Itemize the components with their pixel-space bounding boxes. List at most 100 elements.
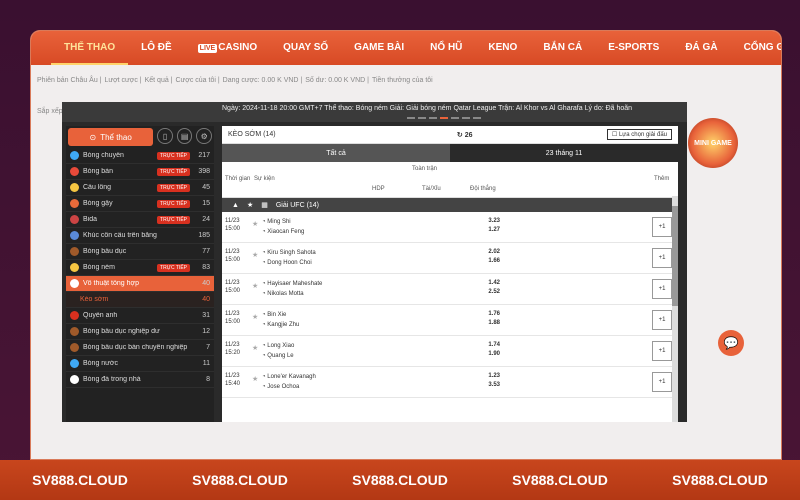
more-markets-button[interactable]: +1 [652,248,672,268]
sport-item[interactable]: Bóng chuyền TRỰC TIẾP 217 [66,148,214,164]
nav-item-1[interactable]: LÔ ĐỀ [128,31,185,65]
sport-icon [70,215,79,224]
footer-brand: SV888.CLOUD [352,472,448,488]
star-icon[interactable]: ★ [252,220,258,228]
star-icon[interactable]: ★ [252,251,258,259]
tab-date[interactable]: 23 tháng 11 [450,144,678,162]
sport-icon [70,151,79,160]
odds-home[interactable]: 1.76 [482,310,500,319]
more-markets-button[interactable]: +1 [652,279,672,299]
odds-away[interactable]: 1.66 [482,257,500,266]
sport-name: Bóng đá trong nhà [83,376,141,383]
nav-item-3[interactable]: QUAY SỐ [270,31,341,65]
subnav-link[interactable]: Phiên bản Châu Âu | [37,77,101,84]
odds-home[interactable]: 1.74 [482,341,500,350]
sport-item[interactable]: Bóng nước 11 [66,356,214,372]
subnav-link[interactable]: Tiền thưởng của tôi [372,77,433,84]
league-picker-button[interactable]: ☐ Lựa chọn giải đấu [606,129,672,140]
odds-home[interactable]: 1.23 [482,372,500,381]
odds-away[interactable]: 1.88 [482,319,500,328]
nav-item-9[interactable]: ĐÁ GÀ [672,31,730,65]
team-away: ◔ Jose Ochoa [262,384,300,390]
match-teams: ◔ Kiru Singh Sahota ◔ Dong Hoon Choi [262,248,316,268]
clipboard-icon[interactable]: ▤ [176,128,193,144]
subnav-link[interactable]: Lượt cược | [104,77,141,84]
sport-item[interactable]: Cầu lông TRỰC TIẾP 45 [66,180,214,196]
star-icon[interactable]: ★ [252,282,258,290]
sport-count: 217 [198,152,210,159]
team-home: ◔ Lone'er Kavanagh [262,374,316,380]
gear-icon[interactable]: ⚙ [196,128,212,144]
nav-label: LÔ ĐỀ [141,42,172,53]
sport-item[interactable]: Võ thuật tổng hợp 40 [66,276,214,292]
tab-all[interactable]: Tất cả [222,144,450,162]
odds-away[interactable]: 1.27 [482,226,500,235]
board-title: KÈO SỚM (14) [228,131,276,138]
refresh-count[interactable]: ↻ 26 [457,131,607,139]
nav-item-0[interactable]: THỂ THAO [51,31,129,65]
star-icon[interactable]: ★ [252,313,258,321]
sub-nav: Phiên bản Châu Âu | Lượt cược | Kết quả | C… [31,65,781,84]
sport-tab-button[interactable]: ⊙ Thể thao [68,128,154,146]
match-list: 11/23 15:00 ★ ◔ Ming Shi ◔ Xiaocan Feng 3.23 1… [222,212,678,398]
sport-item[interactable]: Bóng gậy TRỰC TIẾP 15 [66,196,214,212]
more-markets-button[interactable]: +1 [652,310,672,330]
filter-icon: ☐ [611,132,619,138]
sport-count: 7 [206,344,210,351]
nav-item-10[interactable]: CỔNG GAMES [731,31,781,65]
nav-item-6[interactable]: KENO [475,31,530,65]
sport-item[interactable]: Bóng đá trong nhà 8 [66,372,214,388]
live-badge: TRỰC TIẾP [157,215,190,224]
more-markets-button[interactable]: +1 [652,341,672,361]
match-date: 11/23 [225,373,240,379]
odds-away[interactable]: 1.90 [482,350,500,359]
sport-item[interactable]: Bida TRỰC TIẾP 24 [66,212,214,228]
subnav-link[interactable]: Cược của tôi | [176,77,220,84]
nav-label: CASINO [218,42,258,53]
footer-brand: SV888.CLOUD [672,472,768,488]
sport-item[interactable]: Bóng ném TRỰC TIẾP 83 [66,260,214,276]
nav-item-2[interactable]: LIVE CASINO [185,31,270,65]
sport-name: Khúc côn cầu trên băng [83,232,157,239]
match-hour: 15:20 [225,350,241,356]
match-date: 11/23 [225,249,240,255]
nav-item-8[interactable]: E-SPORTS [595,31,672,65]
nav-item-4[interactable]: GAME BÀI [341,31,417,65]
match-odds: 3.23 1.27 [482,217,500,235]
refresh-icon: ↻ [456,131,465,139]
vertical-scrollbar[interactable] [672,196,678,422]
subnav-link[interactable]: Số dư: 0.00 K VND | [305,77,369,84]
more-markets-button[interactable]: +1 [652,217,672,237]
sport-item[interactable]: Bóng bàn TRỰC TIẾP 398 [66,164,214,180]
sport-item[interactable]: Kèo sớm 40 [66,292,214,308]
odds-away[interactable]: 2.52 [482,288,500,297]
sport-item[interactable]: Khúc côn cầu trên băng 185 [66,228,214,244]
sport-icon [70,167,79,176]
chat-icon[interactable]: 💬 [718,330,744,356]
sport-item[interactable]: Bóng bầu dục bán chuyên nghiệp 7 [66,340,214,356]
sport-item[interactable]: Bóng bầu dục 77 [66,244,214,260]
mini-game-button[interactable]: MINI GAME [688,118,738,168]
team-away: ◔ Nikolas Motta [262,291,304,297]
odds-home[interactable]: 1.42 [482,279,500,288]
star-icon[interactable]: ★ [252,375,258,383]
match-teams: ◔ Bin Xie ◔ Kangjie Zhu [262,310,299,330]
star-icon[interactable]: ★ [252,344,258,352]
match-date: 11/23 [225,218,240,224]
more-markets-button[interactable]: +1 [652,372,672,392]
nav-item-5[interactable]: NỔ HŨ [417,31,475,65]
chevron-up-icon: ▲ [232,201,239,209]
mobile-icon[interactable]: ▯ [157,128,173,144]
sport-item[interactable]: Bóng bầu dục nghiệp dư 12 [66,324,214,340]
table-row: 11/23 15:20 ★ ◔ Long Xiao ◔ Quang Le 1.74 1.90… [222,336,678,367]
subnav-link[interactable]: Dang cược: 0.00 K VND | [223,77,303,84]
sport-name: Bóng gậy [83,200,113,207]
match-odds: 2.02 1.66 [482,248,500,266]
league-header[interactable]: ▲ ★ ▦ Giải UFC (14) [222,198,678,212]
subnav-link[interactable]: Kết quả | [145,77,173,84]
odds-home[interactable]: 2.02 [482,248,500,257]
sport-item[interactable]: Quyền anh 31 [66,308,214,324]
nav-item-7[interactable]: BẮN CÁ [530,31,595,65]
odds-home[interactable]: 3.23 [482,217,500,226]
odds-away[interactable]: 3.53 [482,381,500,390]
